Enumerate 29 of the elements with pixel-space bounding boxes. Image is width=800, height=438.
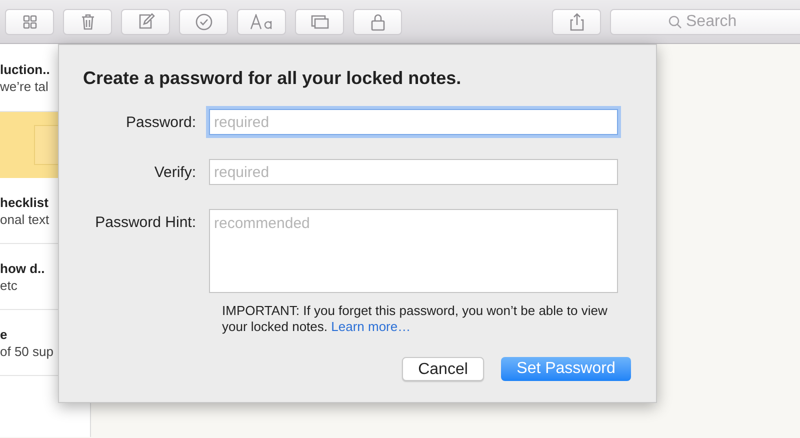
cancel-button[interactable]: Cancel [402, 357, 484, 381]
toolbar-button[interactable] [353, 8, 402, 34]
toolbar-button[interactable] [63, 8, 112, 34]
note-title: e [0, 326, 8, 342]
learn-more-link[interactable]: Learn more… [331, 319, 411, 334]
field-label: Password: [124, 113, 197, 133]
warning-text: IMPORTANT: If you forget this password, you won’t be able to view your locked notes. Learn more… [222, 303, 608, 335]
toolbar-button[interactable] [121, 8, 170, 34]
note-snippet: onal text [0, 210, 50, 228]
search-icon [668, 14, 682, 28]
search-field[interactable]: Search [610, 8, 800, 34]
note-snippet: of 50 sup [0, 342, 54, 360]
note-snippet: we’re tal [0, 78, 50, 94]
hint-field[interactable]: recommended [209, 209, 618, 293]
note-title: luction.. [0, 60, 51, 78]
field-label: Password Hint: [94, 213, 197, 233]
field-label: Verify: [153, 163, 197, 183]
toolbar-button[interactable] [295, 8, 344, 34]
font-icon [250, 14, 274, 30]
note-title: hecklist [0, 194, 50, 210]
toolbar-button[interactable] [5, 8, 54, 34]
toolbar-button[interactable] [237, 8, 286, 34]
toolbar-button[interactable] [179, 8, 228, 34]
toolbar-button[interactable] [552, 8, 601, 34]
password-field[interactable]: required [209, 159, 618, 185]
note-title: how d.. [0, 260, 46, 276]
password-field[interactable]: required [209, 109, 618, 135]
note-snippet: etc [0, 276, 18, 294]
checkmark-circle-icon [194, 12, 214, 32]
